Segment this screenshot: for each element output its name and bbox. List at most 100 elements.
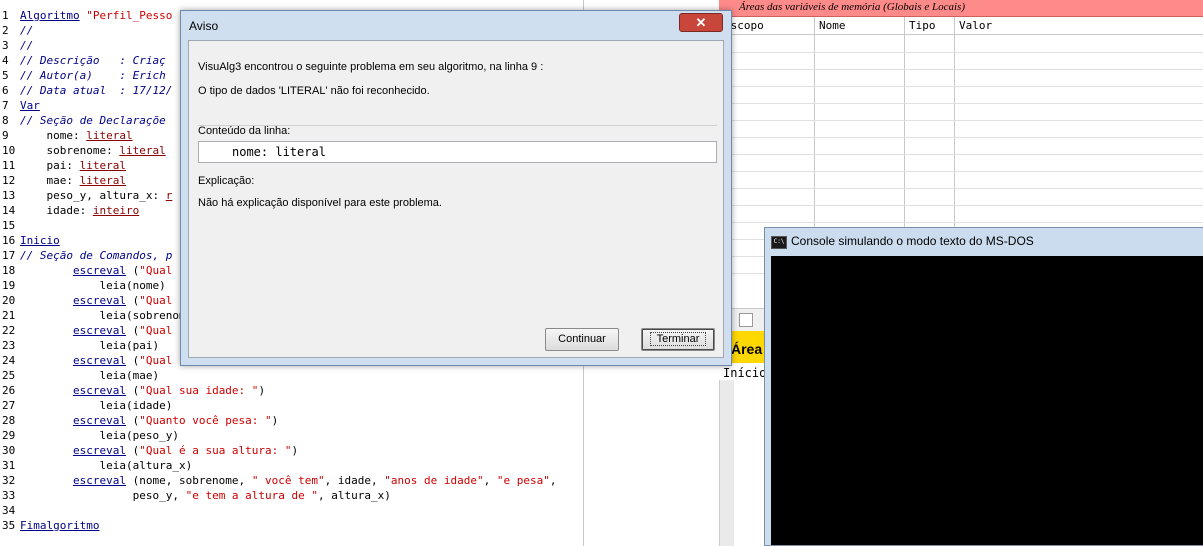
line-number: 22 bbox=[2, 324, 16, 337]
code-line[interactable]: 27 leia(idade) bbox=[0, 398, 172, 413]
line-number: 28 bbox=[2, 414, 16, 427]
line-number: 10 bbox=[2, 144, 16, 157]
line-number: 33 bbox=[2, 489, 16, 502]
close-button[interactable]: ✕ bbox=[679, 13, 723, 32]
code-line[interactable]: 3 // bbox=[0, 38, 33, 53]
code-token: , bbox=[483, 474, 497, 487]
line-number: 24 bbox=[2, 354, 16, 367]
code-token: " você tem" bbox=[251, 474, 325, 487]
vars-header-tipo[interactable]: Tipo bbox=[904, 17, 954, 35]
code-line[interactable]: 6 // Data atual : 17/12/ bbox=[0, 83, 172, 98]
explanation-text: Não há explicação disponível para este p… bbox=[198, 197, 442, 209]
code-line[interactable]: 14 idade: inteiro bbox=[0, 203, 139, 218]
vars-panel-title-text: Áreas das variáveis de memória (Globais … bbox=[739, 1, 965, 13]
code-line[interactable]: 25 leia(mae) bbox=[0, 368, 159, 383]
terminate-button[interactable]: Terminar bbox=[641, 328, 715, 351]
line-number: 11 bbox=[2, 159, 16, 172]
code-line[interactable]: 20 escreval ("Qual bbox=[0, 293, 172, 308]
code-line[interactable]: 34 bbox=[0, 503, 20, 518]
code-line[interactable]: 24 escreval ("Qual bbox=[0, 353, 172, 368]
code-token: // Data atual : 17/12/ bbox=[20, 84, 173, 97]
code-line[interactable]: 12 mae: literal bbox=[0, 173, 126, 188]
vars-row-line bbox=[719, 171, 1203, 172]
line-number: 34 bbox=[2, 504, 16, 517]
code-line[interactable]: 21 leia(sobrenom bbox=[0, 308, 186, 323]
code-token: r bbox=[165, 189, 173, 202]
code-line[interactable]: 13 peso_y, altura_x: r bbox=[0, 188, 172, 203]
checkbox-icon[interactable] bbox=[739, 313, 753, 327]
code-line[interactable]: 32 escreval (nome, sobrenome, " você tem… bbox=[0, 473, 556, 488]
code-token: literal bbox=[119, 144, 166, 157]
code-token: ( bbox=[125, 384, 140, 397]
code-line[interactable]: 2 // bbox=[0, 23, 33, 38]
code-token: , idade, bbox=[324, 474, 385, 487]
continue-button[interactable]: Continuar bbox=[545, 328, 619, 351]
code-line[interactable]: 1 Algoritmo "Perfil_Pesso bbox=[0, 8, 172, 23]
code-line[interactable]: 30 escreval ("Qual é a sua altura: ") bbox=[0, 443, 298, 458]
code-line[interactable]: 9 nome: literal bbox=[0, 128, 133, 143]
code-token: sobrenome: bbox=[20, 144, 120, 157]
code-line[interactable]: 18 escreval ("Qual bbox=[0, 263, 172, 278]
vars-header-valor[interactable]: Valor bbox=[954, 17, 1203, 35]
exec-scrollbar[interactable] bbox=[719, 380, 734, 546]
code-line[interactable]: 28 escreval ("Quanto você pesa: ") bbox=[0, 413, 278, 428]
code-token: leia(nome) bbox=[20, 279, 166, 292]
code-line[interactable]: 35 Fimalgoritmo bbox=[0, 518, 99, 533]
warning-dialog[interactable]: Aviso ✕ VisuAlg3 encontrou o seguinte pr… bbox=[180, 10, 732, 366]
line-number: 13 bbox=[2, 189, 16, 202]
code-token: // Autor(a) : Erich bbox=[20, 69, 166, 82]
line-number: 9 bbox=[2, 129, 9, 142]
code-token: Var bbox=[20, 99, 40, 112]
code-line[interactable]: 33 peso_y, "e tem a altura de ", altura_… bbox=[0, 488, 391, 503]
code-line[interactable]: 17 // Seção de Comandos, p bbox=[0, 248, 172, 263]
code-line[interactable]: 5 // Autor(a) : Erich bbox=[0, 68, 166, 83]
code-token: escreval bbox=[72, 414, 126, 427]
code-token: Algoritmo bbox=[20, 9, 80, 22]
code-line[interactable]: 8 // Seção de Declaraçõe bbox=[0, 113, 166, 128]
code-line[interactable]: 4 // Descrição : Criaç bbox=[0, 53, 166, 68]
code-token: // Seção de Comandos, p bbox=[20, 249, 173, 262]
console-screen[interactable] bbox=[771, 256, 1203, 545]
code-token: leia(pai) bbox=[20, 339, 160, 352]
code-line[interactable]: 22 escreval ("Qual bbox=[0, 323, 172, 338]
code-line[interactable]: 11 pai: literal bbox=[0, 158, 126, 173]
vars-header-nome[interactable]: Nome bbox=[814, 17, 904, 35]
code-line[interactable]: 19 leia(nome) bbox=[0, 278, 166, 293]
code-line[interactable]: 29 leia(peso_y) bbox=[0, 428, 179, 443]
line-number: 14 bbox=[2, 204, 16, 217]
line-content-field[interactable]: nome: literal bbox=[198, 141, 717, 163]
code-token: leia(peso_y) bbox=[20, 429, 179, 442]
code-token: literal bbox=[79, 159, 126, 172]
line-number: 26 bbox=[2, 384, 16, 397]
code-token: escreval bbox=[72, 474, 126, 487]
code-token: "anos de idade" bbox=[384, 474, 484, 487]
code-token: ( bbox=[125, 354, 140, 367]
explanation-label: Explicação: bbox=[198, 175, 255, 187]
code-line[interactable]: 26 escreval ("Qual sua idade: ") bbox=[0, 383, 265, 398]
code-line[interactable]: 7 Var bbox=[0, 98, 40, 113]
code-token: idade: bbox=[20, 204, 93, 217]
code-token: ( bbox=[125, 264, 140, 277]
code-line[interactable]: 15 bbox=[0, 218, 20, 233]
code-line[interactable]: 16 Inicio bbox=[0, 233, 60, 248]
console-window[interactable]: C:\ Console simulando o modo texto do MS… bbox=[764, 227, 1203, 546]
code-token: literal bbox=[79, 174, 126, 187]
line-number: 31 bbox=[2, 459, 16, 472]
code-token: pai: bbox=[20, 159, 80, 172]
code-token: , bbox=[549, 474, 557, 487]
code-token: leia(mae) bbox=[20, 369, 160, 382]
code-token: ( bbox=[125, 444, 140, 457]
line-number: 27 bbox=[2, 399, 16, 412]
code-token: inteiro bbox=[92, 204, 140, 217]
code-line[interactable]: 23 leia(pai) bbox=[0, 338, 159, 353]
code-line[interactable]: 31 leia(altura_x) bbox=[0, 458, 192, 473]
vars-header-escopo[interactable]: Escopo bbox=[719, 17, 814, 35]
code-token: // Descrição : Criaç bbox=[20, 54, 166, 67]
code-token: literal bbox=[86, 129, 133, 142]
console-titlebar[interactable]: C:\ Console simulando o modo texto do MS… bbox=[765, 228, 1203, 255]
dialog-title: Aviso bbox=[189, 19, 219, 33]
line-label: Conteúdo da linha: bbox=[198, 125, 291, 137]
code-line[interactable]: 10 sobrenome: literal bbox=[0, 143, 166, 158]
